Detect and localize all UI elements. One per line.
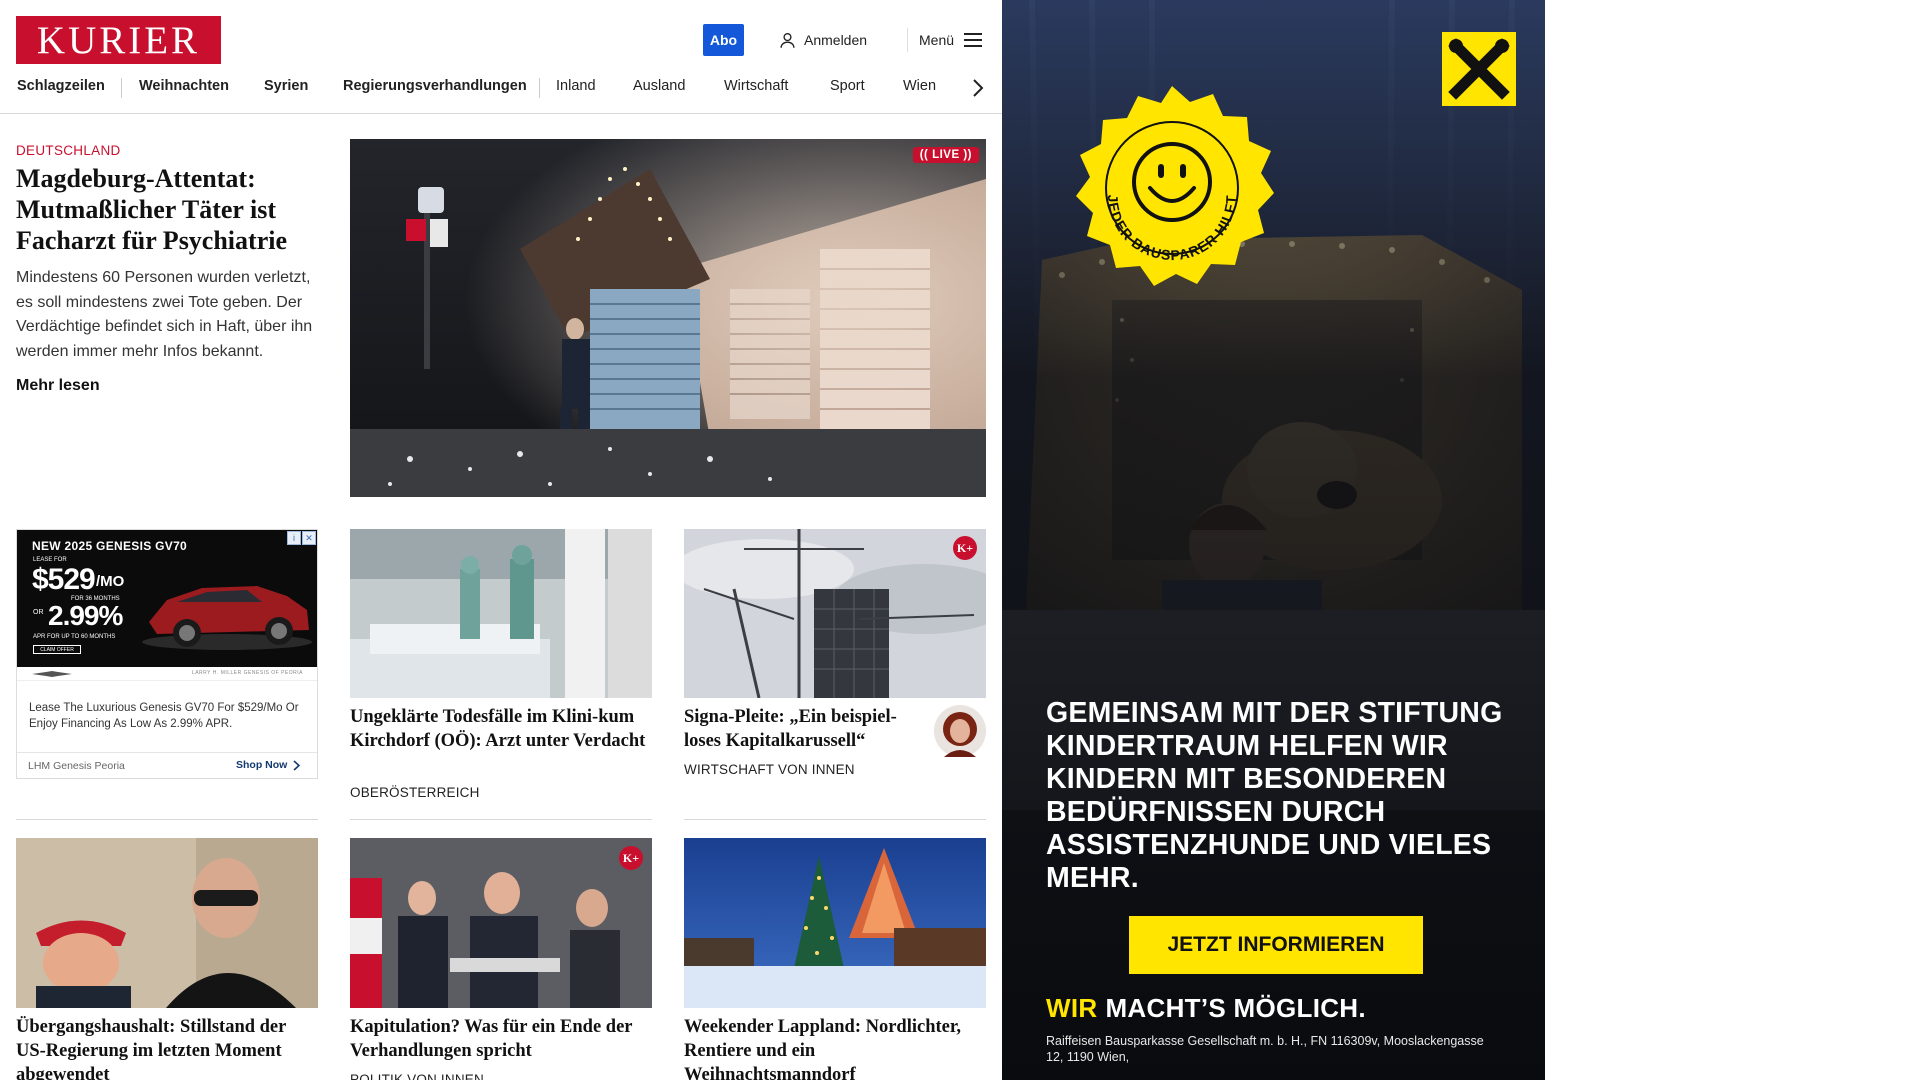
raiffeisen-logo[interactable]: [1442, 32, 1516, 106]
christmas-market-photo: [350, 139, 986, 497]
author-avatar: [934, 705, 986, 757]
nav-item-weihnachten[interactable]: Weihnachten: [139, 78, 229, 98]
hero-title[interactable]: Magdeburg-Attentat: Mutmaßlicher Täter i…: [16, 163, 316, 256]
nav-item-regierungsverhandlungen[interactable]: Regierungsverhandlungen: [343, 78, 527, 98]
card-image-kapitulation[interactable]: [350, 838, 652, 1008]
card-image-lappland[interactable]: [684, 838, 986, 1008]
genesis-advertiser[interactable]: LHM Genesis Peoria: [28, 760, 125, 772]
nav-item-wien[interactable]: Wien: [903, 78, 936, 98]
genesis-headline: NEW 2025 GENESIS GV70: [32, 539, 188, 553]
login-button[interactable]: Anmelden: [779, 28, 867, 52]
claim-offer-button[interactable]: CLAIM OFFER: [33, 645, 81, 654]
raiffeisen-ad[interactable]: JEDER BAUSPARER HILFT GEMEINSAM MIT DER …: [1002, 0, 1545, 1080]
login-label: Anmelden: [804, 32, 868, 48]
chevron-right-icon: [293, 759, 301, 771]
card-image-hospital[interactable]: [350, 529, 652, 698]
nav-item-sport[interactable]: Sport: [830, 78, 865, 98]
nav-divider: [539, 78, 540, 98]
genesis-per-month: /MO: [96, 573, 125, 590]
press-conference-photo: [350, 838, 652, 1008]
card-title-kapitulation[interactable]: Kapitulation? Was für ein Ende der Verha…: [350, 1015, 650, 1063]
card-kicker-oberoesterreich[interactable]: OBERÖSTERREICH: [350, 785, 480, 800]
ad-close-icon[interactable]: ✕: [302, 531, 316, 545]
hero-image[interactable]: (( LIVE )): [350, 139, 986, 497]
card-kicker-wirtschaft[interactable]: WIRTSCHAFT VON INNEN: [684, 762, 855, 777]
raiffeisen-gable-cross-icon: [1448, 38, 1510, 100]
nav-item-schlagzeilen[interactable]: Schlagzeilen: [17, 78, 105, 98]
hero-kicker[interactable]: DEUTSCHLAND: [16, 143, 121, 158]
chevron-right-icon[interactable]: [968, 76, 988, 100]
kplus-badge: K+: [953, 536, 977, 560]
nav-divider: [121, 78, 122, 98]
menu-button[interactable]: Menü: [919, 28, 983, 52]
nav-item-inland[interactable]: Inland: [556, 78, 596, 98]
jetzt-informieren-button[interactable]: JETZT INFORMIEREN: [1129, 916, 1423, 974]
user-icon: [780, 32, 795, 48]
shop-now-label: Shop Now: [236, 759, 288, 771]
genesis-price: $529: [32, 563, 96, 596]
abo-button[interactable]: Abo: [703, 24, 744, 56]
genesis-description[interactable]: Lease The Luxurious Genesis GV70 For $52…: [29, 701, 309, 732]
row-divider: [16, 819, 318, 820]
nav-item-syrien[interactable]: Syrien: [264, 78, 308, 98]
hero-teaser: Mindestens 60 Personen wurden verletzt, …: [16, 269, 313, 360]
ad-copy: GEMEINSAM MIT DER STIFTUNG KINDERTRAUM H…: [1046, 697, 1503, 894]
genesis-apr: 2.99%: [48, 600, 123, 631]
read-more-link[interactable]: Mehr lesen: [16, 377, 100, 395]
header-divider: [907, 28, 908, 52]
hamburger-icon: [964, 33, 983, 47]
politicians-photo: [16, 838, 318, 1008]
genesis-ad-banner[interactable]: NEW 2025 GENESIS GV70 LEASE FOR $529 /MO…: [17, 530, 317, 667]
adchoices[interactable]: i ✕: [287, 531, 316, 545]
logo-text: KURIER: [36, 18, 201, 62]
ad-tagline: WIR MACHT’S MÖGLICH.: [1046, 993, 1366, 1024]
construction-cranes-photo: [684, 529, 986, 698]
genesis-ad-footer: LHM Genesis Peoria Shop Now: [17, 752, 317, 778]
kurier-logo[interactable]: KURIER: [16, 16, 221, 64]
genesis-wing-logo-icon: [32, 671, 72, 677]
live-badge: (( LIVE )): [912, 147, 979, 163]
card-title-kirchdorf[interactable]: Ungeklärte Todesfälle im Klini-kum Kirch…: [350, 705, 650, 753]
ad-tagline-rest: MACHT’S MÖGLICH.: [1105, 993, 1366, 1023]
jeder-bausparer-hilft-seal: JEDER BAUSPARER HILFT: [1076, 86, 1274, 286]
top-bar: KURIER Abo Anmelden Menü: [0, 0, 1002, 78]
row-divider: [350, 819, 652, 820]
genesis-dealer-strip: LARRY H. MILLER GENESIS OF PEORIA: [17, 667, 317, 681]
category-nav: Schlagzeilen Weihnachten Syrien Regierun…: [0, 78, 1002, 114]
genesis-or: OR: [33, 609, 44, 616]
genesis-months-2: APR FOR UP TO 60 MONTHS: [33, 634, 116, 640]
ad-tagline-wir: WIR: [1046, 993, 1098, 1023]
hospital-photo: [350, 529, 652, 698]
card-image-signa[interactable]: [684, 529, 986, 698]
card-image-us-budget[interactable]: [16, 838, 318, 1008]
card-title-us-budget[interactable]: Übergangshaushalt: Stillstand der US-Reg…: [16, 1015, 316, 1080]
lapland-village-photo: [684, 838, 986, 1008]
row-divider: [684, 819, 986, 820]
genesis-dealer-name: LARRY H. MILLER GENESIS OF PEORIA: [191, 670, 303, 676]
menu-label: Menü: [919, 32, 955, 48]
adchoices-icon[interactable]: i: [287, 531, 301, 545]
card-title-signa[interactable]: Signa-Pleite: „Ein beispiel-loses Kapita…: [684, 705, 919, 753]
shop-now-button[interactable]: Shop Now: [236, 759, 301, 771]
ad-legal-text: Raiffeisen Bausparkasse Gesellschaft m. …: [1046, 1034, 1484, 1064]
kurier-site: KURIER Abo Anmelden Menü Schlagzeilen We…: [0, 0, 1002, 1080]
genesis-ad[interactable]: NEW 2025 GENESIS GV70 LEASE FOR $529 /MO…: [16, 529, 318, 779]
nav-item-wirtschaft[interactable]: Wirtschaft: [724, 78, 788, 98]
kplus-badge: K+: [619, 846, 643, 870]
card-title-lappland[interactable]: Weekender Lappland: Nordlichter, Rentier…: [684, 1015, 984, 1080]
nav-item-ausland[interactable]: Ausland: [633, 78, 685, 98]
card-kicker-politik[interactable]: POLITIK VON INNEN: [350, 1072, 484, 1080]
